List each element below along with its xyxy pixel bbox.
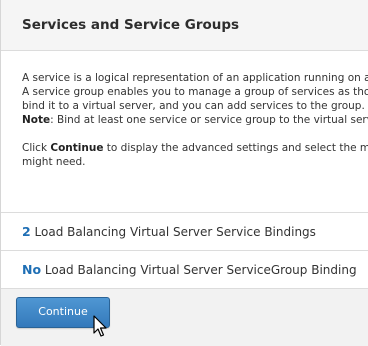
servicegroup-binding-label[interactable]: Load Balancing Virtual Server ServiceGro… xyxy=(41,263,357,277)
click-prefix: Click xyxy=(22,142,51,154)
servicegroup-binding-count[interactable]: No xyxy=(22,262,41,277)
service-bindings-label[interactable]: Load Balancing Virtual Server Service Bi… xyxy=(31,225,316,239)
note-text: : Bind at least one service or service g… xyxy=(50,114,368,126)
service-bindings-count[interactable]: 2 xyxy=(22,224,31,239)
service-bindings-row[interactable]: 2 Load Balancing Virtual Server Service … xyxy=(1,212,368,250)
services-panel: Services and Service Groups A service is… xyxy=(0,0,368,346)
click-instruction-line: Click Continue to display the advanced s… xyxy=(22,141,368,155)
mouse-pointer-icon xyxy=(93,315,107,337)
panel-body: A service is a logical representation of… xyxy=(1,51,368,288)
servicegroup-binding-row[interactable]: No Load Balancing Virtual Server Service… xyxy=(1,250,368,288)
description-line: A service group enables you to manage a … xyxy=(22,86,368,98)
continue-keyword: Continue xyxy=(50,142,104,154)
description-line: A service is a logical representation of… xyxy=(22,72,368,84)
description-text: A service is a logical representation of… xyxy=(22,71,368,169)
servicegroup-binding-text[interactable]: No Load Balancing Virtual Server Service… xyxy=(22,262,357,277)
description-line: bind it to a virtual server, and you can… xyxy=(22,100,368,112)
service-bindings-text[interactable]: 2 Load Balancing Virtual Server Service … xyxy=(22,224,316,239)
panel-header: Services and Service Groups xyxy=(1,0,368,51)
panel-footer: Continue xyxy=(1,288,368,346)
note-label: Note xyxy=(22,114,51,126)
panel-title: Services and Service Groups xyxy=(22,17,240,33)
note-line: Note: Bind at least one service or servi… xyxy=(22,113,368,127)
click-suffix: to display the advanced settings and sel… xyxy=(103,142,368,154)
description-line: might need. xyxy=(22,156,86,168)
